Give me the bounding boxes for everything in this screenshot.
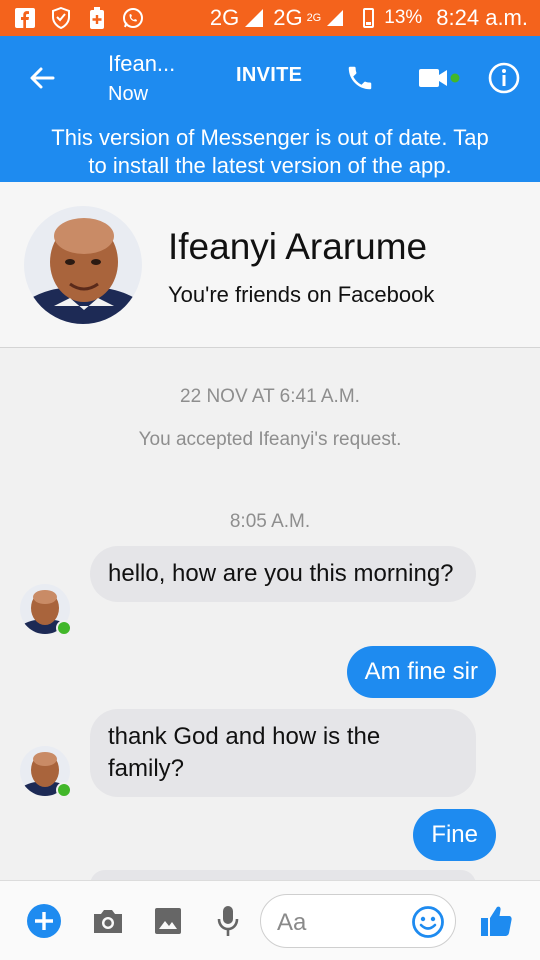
active-status: Now [108, 83, 149, 105]
like-icon [481, 906, 512, 936]
emoji-icon[interactable] [411, 905, 445, 939]
battery-plus-icon [86, 7, 108, 29]
network-2-label: 2G [273, 5, 303, 30]
chat-header: Ifean... Now INVITE [0, 36, 540, 120]
network-2-badge: 2G [306, 12, 322, 24]
invite-button[interactable]: INVITE [236, 64, 302, 87]
chat-title: Ifean... [108, 51, 176, 76]
friend-status: You're friends on Facebook [168, 282, 435, 307]
battery-icon [363, 8, 375, 28]
video-call-button[interactable] [414, 58, 464, 98]
gallery-button[interactable] [148, 901, 188, 941]
gallery-icon [155, 908, 181, 934]
chat-title-block[interactable]: Ifean... Now [108, 50, 175, 108]
contact-profile: Ifeanyi Ararume You're friends on Facebo… [0, 182, 540, 348]
signal-2-icon [327, 10, 344, 26]
update-banner[interactable]: This version of Messenger is out of date… [0, 120, 540, 182]
battery-percent: 13% [384, 7, 423, 28]
video-icon [419, 69, 460, 87]
signal-1-icon [245, 9, 264, 27]
back-arrow-icon [30, 67, 55, 89]
more-actions-button[interactable] [24, 901, 64, 941]
camera-button[interactable] [88, 901, 128, 941]
update-banner-line-2: to install the latest version of the app… [88, 153, 452, 178]
info-button[interactable] [484, 58, 524, 98]
camera-icon [94, 910, 122, 933]
notification-icons [14, 6, 144, 30]
sender-avatar[interactable] [20, 584, 72, 636]
online-indicator [56, 782, 72, 798]
incoming-message[interactable]: thank God and how is the family? [90, 709, 476, 797]
plus-icon [27, 904, 61, 938]
facebook-icon [14, 7, 36, 29]
outgoing-message[interactable]: Fine [413, 809, 496, 861]
back-button[interactable] [22, 58, 62, 98]
sender-avatar[interactable] [20, 746, 72, 798]
contact-avatar[interactable] [24, 206, 142, 324]
date-stamp: 22 NOV AT 6:41 A.M. [180, 386, 360, 407]
shield-icon [50, 7, 72, 29]
message-input[interactable]: Aa [260, 894, 456, 948]
status-bar: 2G 2G 2G 13% 8:24 a.m. [0, 0, 540, 36]
mic-icon [217, 906, 239, 936]
network-1-label: 2G [209, 5, 240, 30]
message-input-placeholder: Aa [277, 909, 307, 936]
online-indicator [56, 620, 72, 636]
incoming-message[interactable]: hello, how are you this morning? [90, 546, 476, 602]
clock: 8:24 a.m. [436, 5, 528, 30]
voice-call-button[interactable] [340, 58, 380, 98]
accepted-note: You accepted Ifeanyi's request. [138, 429, 402, 450]
time-stamp: 8:05 A.M. [229, 511, 311, 532]
outgoing-message[interactable]: Am fine sir [346, 646, 496, 698]
update-banner-line-1: This version of Messenger is out of date… [51, 125, 489, 150]
like-button[interactable] [476, 901, 516, 941]
contact-name: Ifeanyi Ararume [168, 226, 428, 267]
system-status: 2G 2G 2G 13% 8:24 a.m. [210, 0, 528, 36]
info-icon [488, 62, 520, 94]
phone-icon [348, 66, 372, 90]
whatsapp-icon [122, 7, 144, 29]
message-composer: Aa [0, 880, 540, 960]
voice-message-button[interactable] [208, 901, 248, 941]
